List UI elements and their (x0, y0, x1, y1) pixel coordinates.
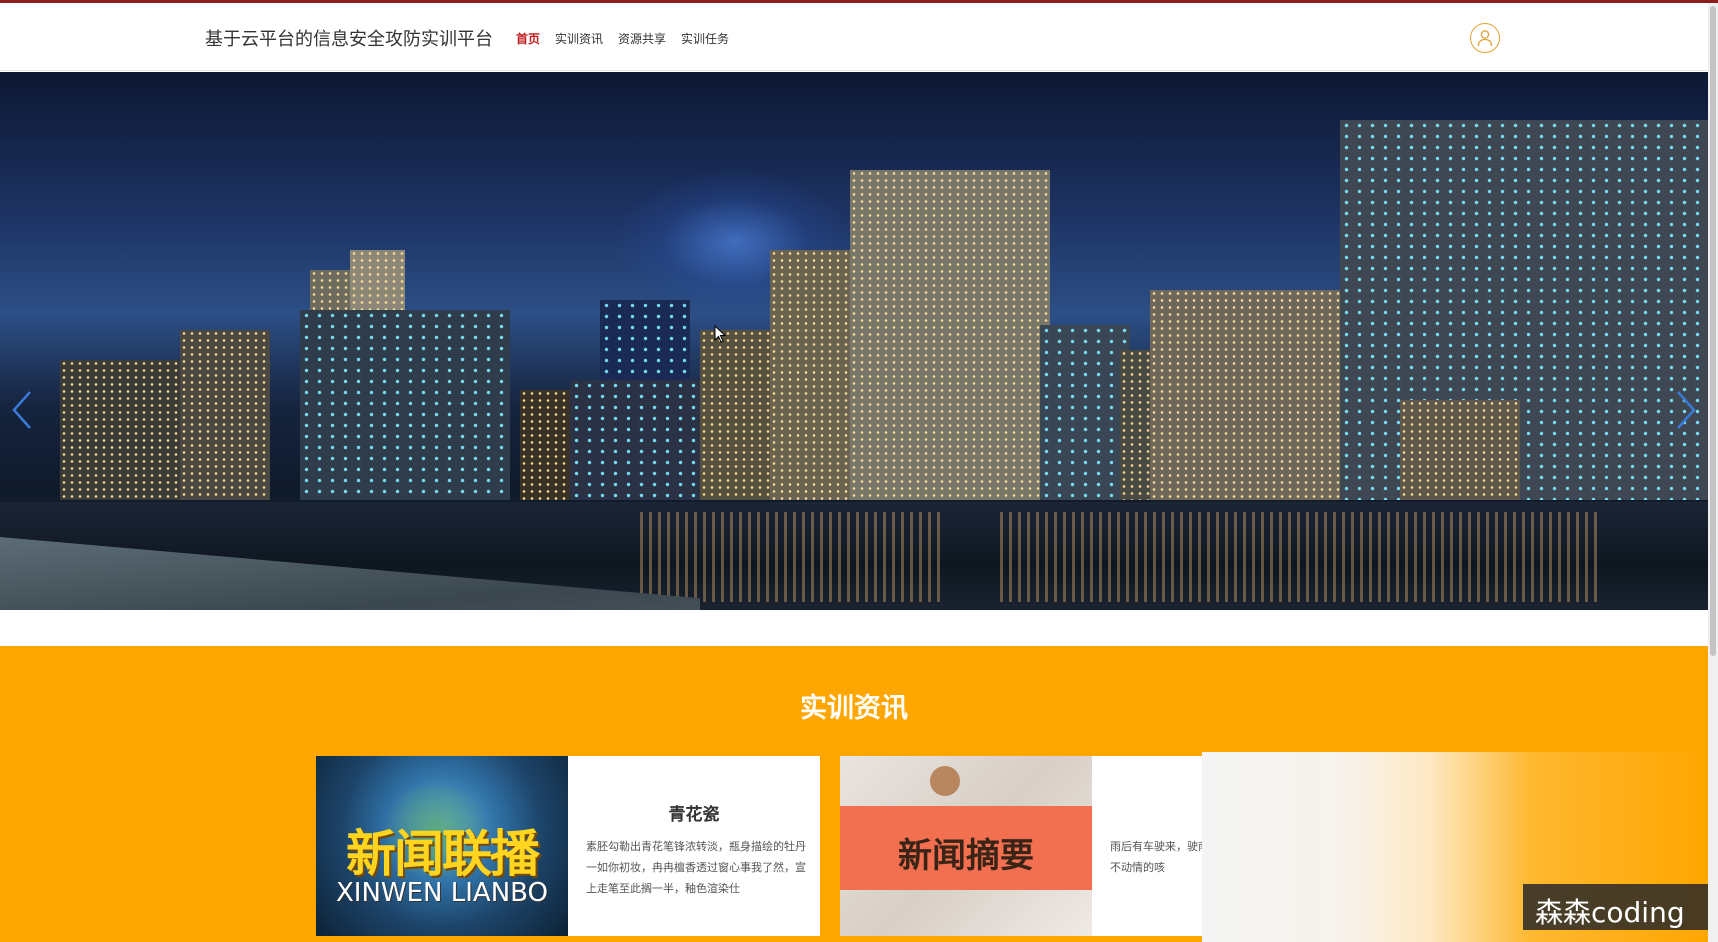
news-card-excerpt: 素胚勾勒出青花笔锋浓转淡，瓶身描绘的牡丹一如你初妆，冉冉檀香透过窗心事我了然，宣… (586, 840, 806, 895)
news-card-image[interactable]: 新闻摘要 (840, 756, 1092, 936)
nav-item-training-news[interactable]: 实训资讯 (555, 30, 603, 47)
watermark-text: 森森coding (1535, 896, 1685, 929)
scrollbar-thumb[interactable] (1710, 6, 1716, 656)
news-image-caption: 新闻联播 (346, 825, 540, 883)
nav-item-home[interactable]: 首页 (516, 30, 540, 47)
news-image-subcaption: XINWEN LIANBO (335, 878, 548, 908)
hero-banner (0, 72, 1708, 610)
main-nav: 首页 实训资讯 资源共享 实训任务 (516, 30, 729, 47)
news-section-title: 实训资讯 (800, 693, 908, 724)
user-icon[interactable] (1470, 23, 1500, 53)
chevron-left-icon[interactable] (10, 390, 34, 430)
mouse-pointer-icon (714, 324, 727, 347)
news-image-caption: 新闻摘要 (898, 836, 1034, 876)
nav-item-training-tasks[interactable]: 实训任务 (681, 30, 729, 47)
chevron-right-icon[interactable] (1674, 390, 1698, 430)
news-card-title[interactable]: 青花瓷 (568, 800, 820, 825)
news-card-body: 青花瓷 素胚勾勒出青花笔锋浓转淡，瓶身描绘的牡丹一如你初妆，冉冉檀香透过窗心事我… (568, 756, 820, 936)
nav-item-resource-sharing[interactable]: 资源共享 (618, 30, 666, 47)
site-title[interactable]: 基于云平台的信息安全攻防实训平台 (205, 25, 493, 51)
page: 基于云平台的信息安全攻防实训平台 首页 实训资讯 资源共享 实训任务 实训资讯 … (0, 0, 1718, 942)
watermark: 森森coding (1523, 884, 1708, 930)
header: 基于云平台的信息安全攻防实训平台 首页 实训资讯 资源共享 实训任务 (0, 3, 1708, 71)
news-card[interactable]: 新闻联播 XINWEN LIANBO 青花瓷 素胚勾勒出青花笔锋浓转淡，瓶身描绘… (316, 756, 820, 936)
news-card-image[interactable]: 新闻联播 XINWEN LIANBO (316, 756, 568, 936)
